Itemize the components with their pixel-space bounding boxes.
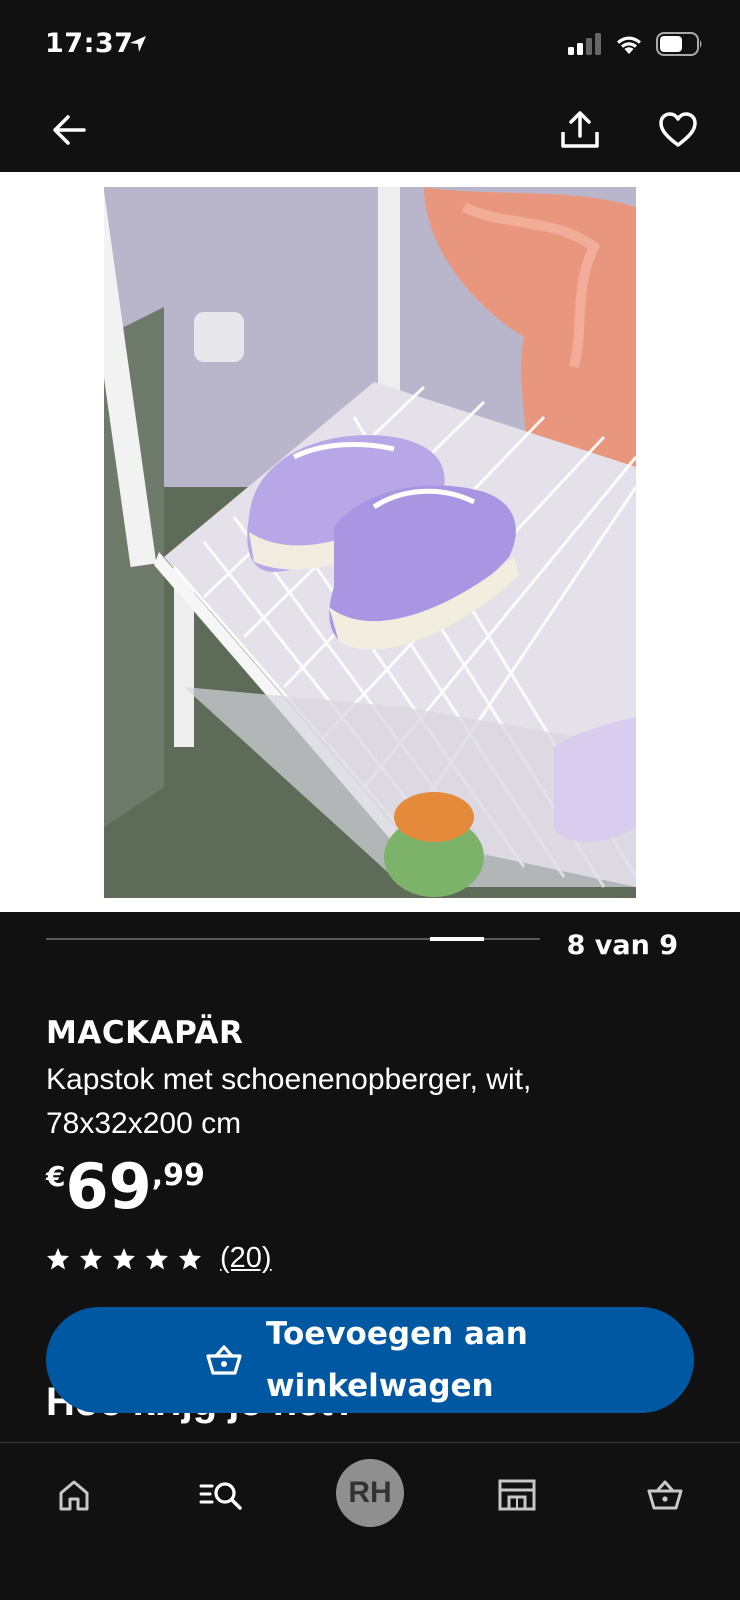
tab-cart[interactable] bbox=[635, 1465, 695, 1525]
search-icon bbox=[199, 1482, 242, 1510]
tab-store[interactable] bbox=[487, 1465, 547, 1525]
product-description: Kapstok met schoenenopberger, wit, 78x32… bbox=[46, 1063, 532, 1140]
product-photo bbox=[104, 187, 636, 898]
add-to-cart-button[interactable]: Toevoegen aan winkelwagen bbox=[46, 1307, 694, 1413]
price-decimal: ,99 bbox=[151, 1158, 205, 1193]
price-currency: € bbox=[46, 1160, 66, 1193]
signal-icon bbox=[568, 33, 601, 55]
star-icon bbox=[113, 1247, 135, 1269]
home-icon bbox=[59, 1480, 89, 1511]
star-icon bbox=[179, 1247, 201, 1269]
product-image-carousel[interactable] bbox=[0, 172, 740, 912]
status-indicators bbox=[568, 32, 704, 56]
back-arrow-icon[interactable] bbox=[50, 110, 90, 150]
gallery-counter: 8 van 9 bbox=[566, 930, 678, 961]
top-nav-bar bbox=[0, 92, 740, 172]
wifi-icon bbox=[617, 36, 641, 54]
tab-search[interactable] bbox=[192, 1465, 252, 1525]
share-icon[interactable] bbox=[558, 108, 602, 152]
battery-icon bbox=[656, 32, 702, 56]
review-count-link[interactable]: (20) bbox=[220, 1242, 272, 1275]
profile-avatar[interactable]: RH bbox=[336, 1459, 404, 1527]
rating-stars bbox=[46, 1247, 202, 1271]
star-icon bbox=[146, 1247, 168, 1269]
star-icon bbox=[47, 1247, 69, 1269]
price-integer: 69 bbox=[65, 1150, 152, 1223]
shopping-basket-icon bbox=[206, 1345, 242, 1375]
cart-icon bbox=[647, 1480, 683, 1510]
shoe-rack-illustration bbox=[104, 187, 636, 898]
favorite-heart-icon[interactable] bbox=[658, 110, 698, 150]
gallery-progress-bar bbox=[46, 937, 540, 941]
add-to-cart-label: Toevoegen aan winkelwagen bbox=[266, 1316, 528, 1404]
location-arrow-icon bbox=[130, 36, 146, 52]
status-time: 17:37 bbox=[45, 28, 134, 59]
tab-home[interactable] bbox=[44, 1465, 104, 1525]
product-price: € 69 ,99 bbox=[46, 1152, 205, 1222]
gallery-progress-indicator bbox=[430, 937, 484, 941]
status-bar: 17:37 bbox=[0, 0, 740, 92]
product-name: MACKAPÄR bbox=[46, 1015, 244, 1051]
product-rating[interactable]: (20) bbox=[46, 1242, 272, 1275]
store-icon bbox=[498, 1479, 536, 1511]
bottom-tab-bar: RH bbox=[0, 1442, 740, 1600]
star-icon bbox=[80, 1247, 102, 1269]
